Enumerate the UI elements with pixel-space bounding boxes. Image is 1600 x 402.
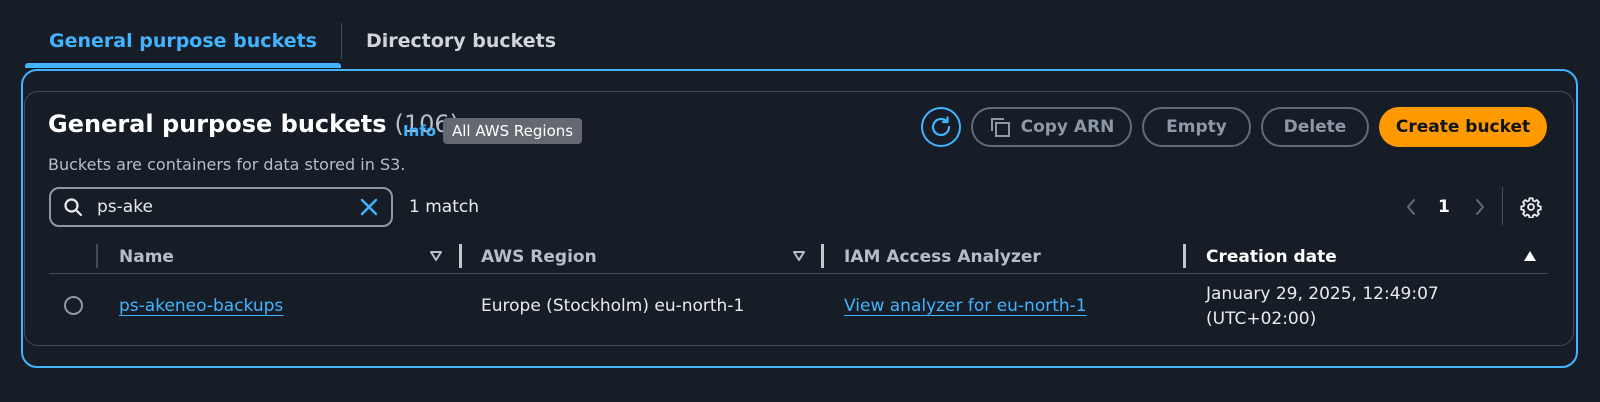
clear-search-icon[interactable] [359, 197, 379, 217]
column-header-region[interactable]: AWS Region [481, 245, 597, 269]
creation-date: January 29, 2025, 12:49:07 [1206, 284, 1439, 304]
previous-page-button[interactable] [1401, 196, 1421, 218]
iam-analyzer-link[interactable]: View analyzer for eu-north-1 [844, 296, 1087, 316]
sort-ascending-icon[interactable] [1522, 248, 1538, 264]
column-header-name[interactable]: Name [119, 245, 174, 269]
match-count: 1 match [409, 197, 479, 217]
copy-icon [989, 116, 1011, 138]
chevron-left-icon [1405, 197, 1417, 217]
empty-button[interactable]: Empty [1142, 107, 1251, 147]
gear-icon [1520, 196, 1542, 218]
search-input[interactable] [95, 196, 359, 218]
refresh-icon [929, 115, 953, 139]
tab-general-purpose-buckets[interactable]: General purpose buckets [25, 20, 341, 68]
page-number[interactable]: 1 [1438, 197, 1450, 217]
region-badge: All AWS Regions [443, 118, 583, 144]
next-page-button[interactable] [1470, 196, 1490, 218]
panel-description: Buckets are containers for data stored i… [48, 155, 406, 174]
column-resizer[interactable] [821, 244, 824, 268]
info-link[interactable]: Info [403, 122, 436, 140]
column-resizer[interactable] [459, 244, 462, 268]
copy-arn-button[interactable]: Copy ARN [971, 107, 1132, 147]
create-bucket-button[interactable]: Create bucket [1379, 107, 1547, 147]
copy-arn-label: Copy ARN [1020, 117, 1115, 137]
row-select-radio[interactable] [64, 296, 83, 315]
column-divider [96, 244, 98, 268]
column-resizer[interactable] [1183, 244, 1186, 268]
search-box [49, 187, 393, 227]
tab-directory-buckets[interactable]: Directory buckets [342, 20, 580, 62]
search-icon [63, 197, 83, 217]
bucket-name-link[interactable]: ps-akeneo-backups [119, 296, 283, 316]
preferences-button[interactable] [1519, 195, 1543, 219]
bucket-region: Europe (Stockholm) eu-north-1 [481, 296, 745, 316]
page-title: General purpose buckets (106) [48, 110, 459, 138]
title-text: General purpose buckets [48, 110, 387, 138]
sort-region-icon[interactable] [791, 248, 807, 264]
column-header-iam[interactable]: IAM Access Analyzer [844, 245, 1041, 269]
refresh-button[interactable] [921, 107, 961, 147]
delete-button[interactable]: Delete [1261, 107, 1369, 147]
pager-divider [1502, 187, 1503, 225]
sort-name-icon[interactable] [428, 248, 444, 264]
bucket-tabs: General purpose buckets Directory bucket… [25, 20, 580, 68]
creation-timezone: (UTC+02:00) [1206, 309, 1317, 329]
column-header-creation-date[interactable]: Creation date [1206, 245, 1337, 269]
chevron-right-icon [1474, 197, 1486, 217]
table-header-divider [49, 273, 1548, 274]
